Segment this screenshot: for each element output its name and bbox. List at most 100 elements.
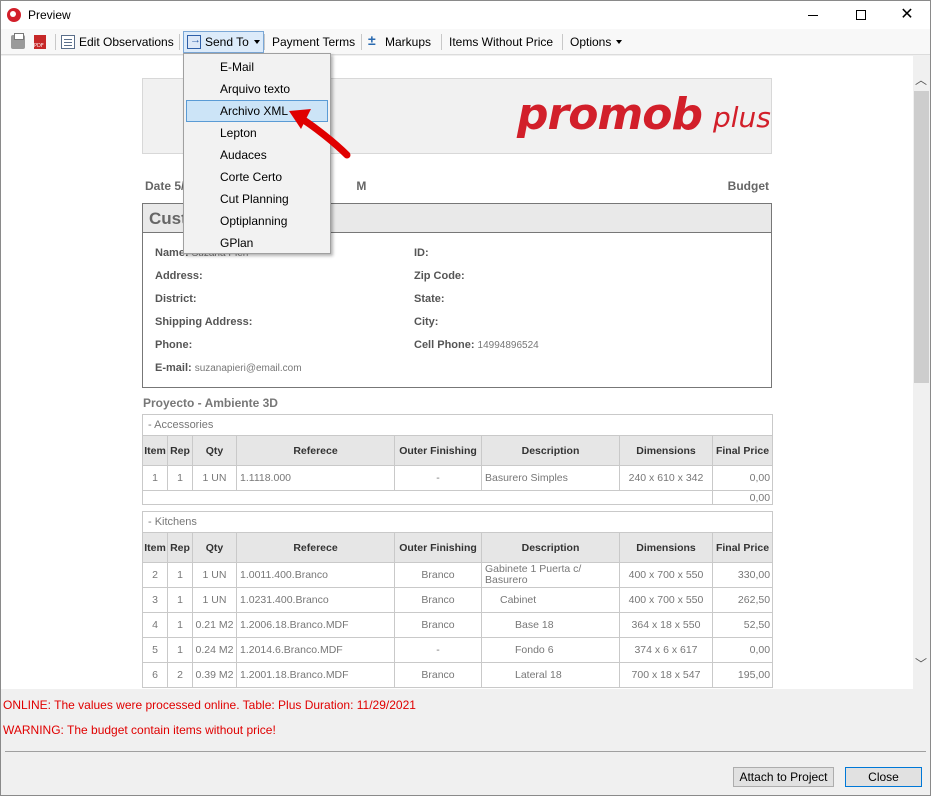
close-icon: ✕ <box>900 6 914 23</box>
pdf-button[interactable] <box>34 32 50 52</box>
close-window-button[interactable]: ✕ <box>884 1 930 29</box>
table-cell: 4 <box>142 612 168 638</box>
table-cell: 0,00 <box>711 637 774 663</box>
options-button[interactable]: Options <box>570 32 623 52</box>
options-label: Options <box>570 35 612 49</box>
column-header: Item <box>142 532 168 563</box>
table-cell: 1 UN <box>192 465 237 491</box>
table-cell: 1.2014.6.Branco.MDF <box>236 637 395 663</box>
table-row: 211 UN 1.0011.400.Branco Branco Gabinete 1 … <box>142 562 774 588</box>
table-cell: 2 <box>167 662 193 688</box>
table-cell: 1 <box>167 562 193 588</box>
menu-item-corte-certo[interactable]: Corte Certo <box>186 166 328 188</box>
payment-terms-button[interactable]: Payment Terms <box>272 32 355 52</box>
scroll-up-icon[interactable]: ︿ <box>915 71 927 88</box>
state-label: State: <box>414 293 445 305</box>
scroll-down-icon[interactable]: ﹀ <box>915 655 927 672</box>
column-header: Description <box>481 435 620 466</box>
column-header: Rep <box>167 435 193 466</box>
column-header: Description <box>481 532 620 563</box>
promob-logo: promob <box>517 89 703 140</box>
promob-app-icon <box>7 8 21 22</box>
table-row: 5 1 0.24 M2 1.2014.6.Branco.MDF - Fondo 6 374 … <box>142 637 774 663</box>
column-header: Rep <box>167 532 193 563</box>
column-header: Outer Finishing <box>394 532 482 563</box>
table-cell: Branco <box>394 662 482 688</box>
scroll-thumb[interactable] <box>914 91 929 383</box>
chevron-down-icon <box>253 40 260 44</box>
table-cell: 1 UN <box>192 587 237 613</box>
table-cell: 1 UN <box>192 562 237 588</box>
phone-label: Phone: <box>155 339 193 351</box>
table-cell: 1.0231.400.Branco <box>236 587 395 613</box>
markups-label: Markups <box>385 35 432 49</box>
shipping-address-label: Shipping Address: <box>155 316 253 328</box>
toolbar: Edit Observations Send To Payment Terms … <box>1 29 930 55</box>
city-label: City: <box>414 316 439 328</box>
promob-logo-plus: plus <box>713 101 771 134</box>
table-cell: 240 x 610 x 342 <box>619 465 713 491</box>
column-header: Dimensions <box>619 532 713 563</box>
send-to-button[interactable]: Send To <box>183 31 264 53</box>
table-cell: 1.2006.18.Branco.MDF <box>236 612 395 638</box>
total-spacer <box>142 490 713 505</box>
maximize-button[interactable] <box>838 1 884 29</box>
table-cell: Cabinet <box>481 587 620 613</box>
table-cell: Branco <box>394 612 482 638</box>
pdf-icon <box>34 35 46 49</box>
table-header-row: Item Rep Qty Referece Outer Finishing Descrip… <box>142 435 774 466</box>
menu-item-gplan[interactable]: GPlan <box>186 232 328 254</box>
edit-observations-button[interactable]: Edit Observations <box>61 32 174 52</box>
id-label: ID: <box>414 247 429 259</box>
menu-item-arquivo-texto[interactable]: Arquivo texto <box>186 78 328 100</box>
send-icon <box>187 34 201 49</box>
table-cell: 1.1118.000 <box>236 465 395 491</box>
menu-item-optiplanning[interactable]: Optiplanning <box>186 210 328 232</box>
column-header: Qty <box>192 532 237 563</box>
section-row: - Accessories <box>141 414 774 436</box>
column-header: Final Price <box>711 435 774 466</box>
close-button[interactable]: Close <box>845 767 922 787</box>
table-cell: 1 <box>167 465 193 491</box>
district-label: District: <box>155 293 197 305</box>
column-header: Final Price <box>711 532 774 563</box>
cell-phone-field: Cell Phone: 14994896524 <box>414 339 539 351</box>
address-label: Address: <box>155 270 203 282</box>
table-cell: 1 <box>167 612 193 638</box>
table-header-row: Item Rep Qty Referece Outer Finishing Descrip… <box>142 532 774 563</box>
status-area: ONLINE: The values were processed online… <box>1 689 930 795</box>
table-cell: 400 x 700 x 550 <box>619 562 713 588</box>
table-cell: 0.24 M2 <box>192 637 237 663</box>
menu-item-cut-planning[interactable]: Cut Planning <box>186 188 328 210</box>
table-cell: - <box>394 465 482 491</box>
column-header: Referece <box>236 435 395 466</box>
table-cell: - <box>394 637 482 663</box>
edit-icon <box>61 35 75 49</box>
table-cell: 700 x 18 x 547 <box>619 662 713 688</box>
minimize-button[interactable] <box>790 1 836 29</box>
table-cell: 1 <box>167 587 193 613</box>
chevron-down-icon <box>616 40 623 44</box>
email-label: E-mail: <box>155 362 192 374</box>
table-cell: 0.39 M2 <box>192 662 237 688</box>
document-viewport[interactable]: promob plus Date 5/M Budget Cust Name:Su… <box>1 56 913 689</box>
table-cell: 3 <box>142 587 168 613</box>
vertical-scrollbar[interactable]: ︿ ﹀ <box>913 67 930 689</box>
table-cell: Branco <box>394 587 482 613</box>
section-name: - Kitchens <box>141 511 774 533</box>
table-cell: Base 18 <box>481 612 620 638</box>
attach-to-project-button[interactable]: Attach to Project <box>733 767 834 787</box>
footer-divider <box>5 751 926 752</box>
cell-phone-value: 14994896524 <box>477 340 539 351</box>
section-name: - Accessories <box>141 414 774 436</box>
table-cell: 0,00 <box>711 465 774 491</box>
menu-item-e-mail[interactable]: E-Mail <box>186 56 328 78</box>
table-cell: 5 <box>142 637 168 663</box>
print-button[interactable] <box>11 32 29 52</box>
section-total-row: 0,00 <box>142 490 774 505</box>
kitchens-table: - Kitchens Item Rep Qty Referece Outer Finish… <box>141 511 774 688</box>
items-without-price-button[interactable]: Items Without Price <box>449 32 553 52</box>
table-cell: 195,00 <box>711 662 774 688</box>
markups-button[interactable]: Markups <box>367 32 431 52</box>
table-row: 4 1 0.21 M2 1.2006.18.Branco.MDF Branco Base … <box>142 612 774 638</box>
